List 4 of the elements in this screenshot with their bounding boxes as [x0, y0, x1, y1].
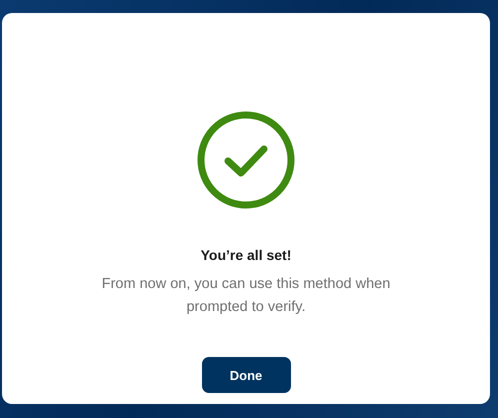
dialog-message: From now on, you can use this method when prompted to verify. [100, 275, 392, 317]
checkmark-circle-icon [197, 111, 295, 209]
dialog-title: You’re all set! [200, 247, 292, 263]
done-button[interactable]: Done [202, 357, 290, 393]
